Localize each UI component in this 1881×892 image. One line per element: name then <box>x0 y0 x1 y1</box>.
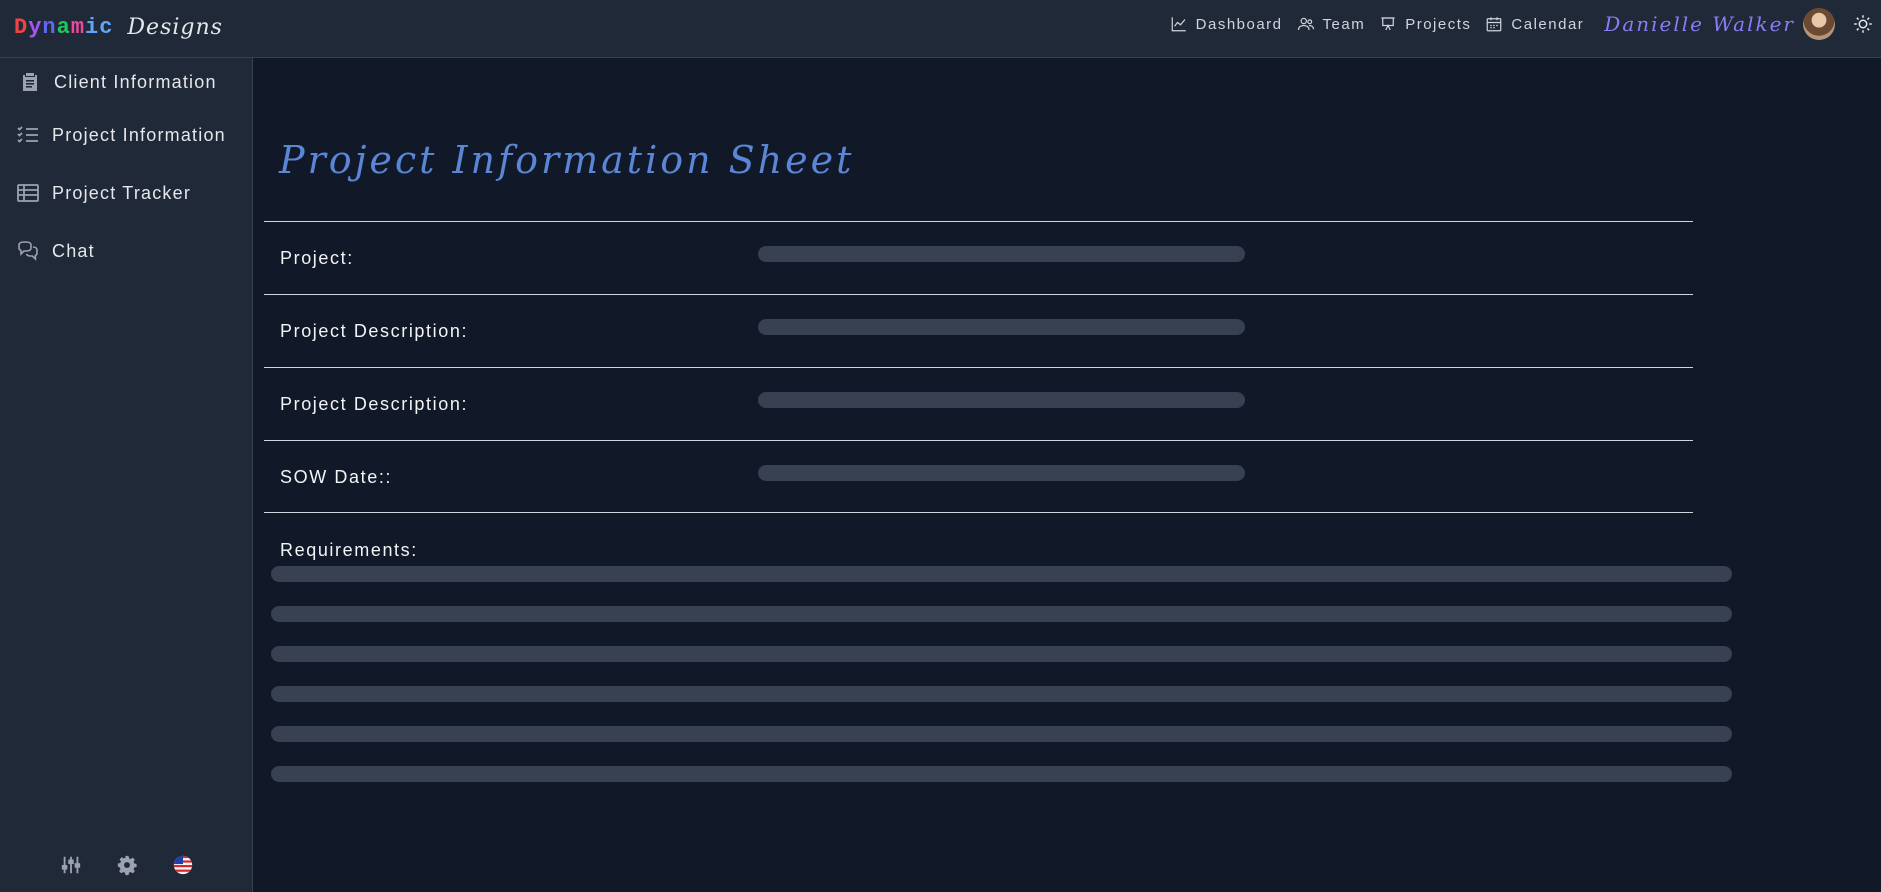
field-row-sow-date: SOW Date:: <box>264 440 1693 513</box>
sidebar-item-label: Chat <box>52 240 95 261</box>
chat-bubbles-icon <box>18 241 38 261</box>
logo-letter: c <box>99 14 114 40</box>
sun-icon[interactable] <box>1853 14 1873 34</box>
sidebar-footer <box>60 854 194 876</box>
logo-word-dynamic: Dynamic <box>14 15 113 40</box>
nav-calendar[interactable]: Calendar <box>1485 15 1584 33</box>
us-flag-icon[interactable] <box>172 854 194 876</box>
logo-letter: y <box>28 14 43 40</box>
top-bar: Dynamic Designs Dashboard Team Projects … <box>0 0 1881 58</box>
field-value-placeholder[interactable] <box>758 465 1245 481</box>
field-label: Project: <box>280 248 354 268</box>
presentation-icon <box>1381 17 1395 31</box>
page-title: Project Information Sheet <box>279 138 855 182</box>
chart-line-icon <box>1171 17 1186 32</box>
field-row-project-description: Project Description: <box>264 294 1693 367</box>
sidebar-item-label: Client Information <box>54 71 217 92</box>
requirement-placeholder[interactable] <box>271 646 1732 662</box>
requirement-placeholder[interactable] <box>271 726 1732 742</box>
users-icon <box>1297 17 1314 31</box>
requirement-placeholder[interactable] <box>271 606 1732 622</box>
nav-team[interactable]: Team <box>1297 15 1366 33</box>
logo-letter: D <box>14 14 29 40</box>
table-icon <box>17 184 39 202</box>
field-row-project: Project: <box>264 221 1693 294</box>
requirement-placeholder[interactable] <box>271 686 1732 702</box>
app-logo[interactable]: Dynamic Designs <box>14 10 223 44</box>
avatar[interactable] <box>1803 8 1835 40</box>
sidebar-item-label: Project Tracker <box>52 182 192 203</box>
sidebar-item-project-information[interactable]: Project Information <box>16 123 226 147</box>
nav-projects[interactable]: Projects <box>1379 15 1471 33</box>
top-nav: Dashboard Team Projects Calendar Daniell… <box>1170 0 1881 48</box>
sidebar-item-chat[interactable]: Chat <box>16 239 95 263</box>
field-value-placeholder[interactable] <box>758 392 1245 408</box>
nav-projects-label: Projects <box>1405 15 1472 33</box>
field-label: Project Description: <box>280 394 469 414</box>
requirement-placeholder[interactable] <box>271 766 1732 782</box>
nav-team-label: Team <box>1322 15 1366 33</box>
logo-word-designs: Designs <box>127 14 223 40</box>
sidebar-item-client-information[interactable]: Client Information <box>18 70 217 94</box>
field-row-project-description-2: Project Description: <box>264 367 1693 440</box>
sidebar-item-label: Project Information <box>52 124 226 145</box>
nav-dashboard-label: Dashboard <box>1195 15 1283 33</box>
logo-letter: m <box>70 14 86 40</box>
requirement-placeholder[interactable] <box>271 566 1732 582</box>
logo-letter: n <box>42 14 57 40</box>
nav-dashboard[interactable]: Dashboard <box>1170 15 1283 33</box>
logo-letter: i <box>85 14 100 40</box>
nav-calendar-label: Calendar <box>1511 15 1585 33</box>
gear-icon[interactable] <box>116 854 138 876</box>
requirements-label: Requirements: <box>280 540 418 560</box>
field-label: SOW Date:: <box>280 467 393 487</box>
field-value-placeholder[interactable] <box>758 319 1245 335</box>
field-value-placeholder[interactable] <box>758 246 1245 262</box>
main-content: Project Information Sheet Project: Proje… <box>253 58 1881 892</box>
logo-letter: a <box>56 14 71 40</box>
calendar-icon <box>1487 17 1502 32</box>
field-label: Project Description: <box>280 321 469 341</box>
sidebar-item-project-tracker[interactable]: Project Tracker <box>16 181 191 205</box>
sidebar: Client Information Project Information P… <box>0 58 253 892</box>
checklist-icon <box>17 126 38 143</box>
user-name[interactable]: Danielle Walker <box>1604 12 1795 36</box>
clipboard-icon <box>23 73 37 91</box>
sliders-icon[interactable] <box>60 854 82 876</box>
